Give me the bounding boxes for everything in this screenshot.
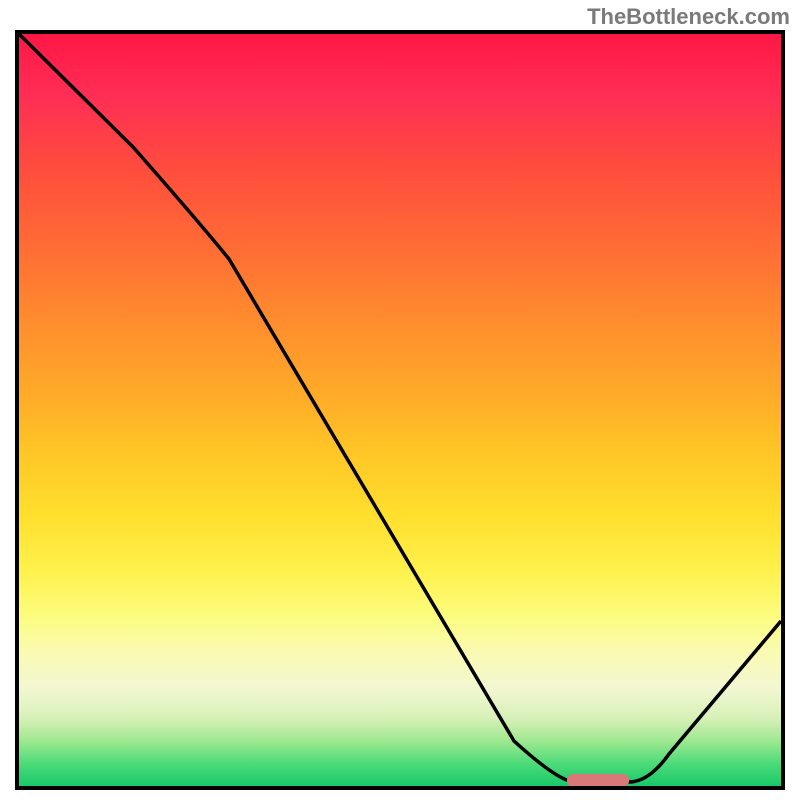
watermark-text: TheBottleneck.com — [587, 4, 790, 30]
bottleneck-curve-svg — [19, 34, 781, 786]
bottleneck-curve-path — [19, 34, 781, 782]
chart-container — [15, 30, 785, 790]
optimal-range-marker — [567, 774, 629, 787]
